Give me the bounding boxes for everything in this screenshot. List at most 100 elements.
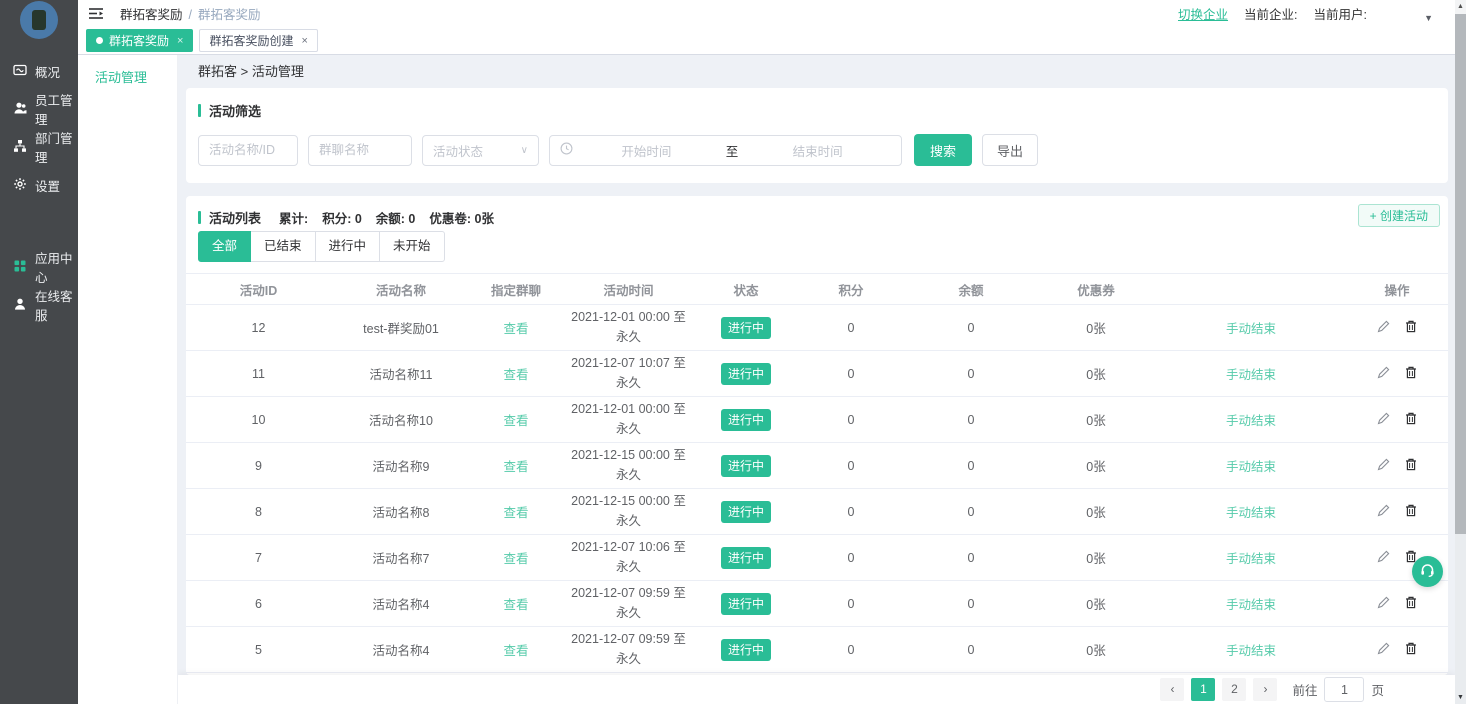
filter-tab-ended[interactable]: 已结束 [250,231,316,262]
view-group-link[interactable]: 查看 [471,410,561,429]
tab-label: 群拓客奖励创建 [209,32,293,49]
scroll-up-icon[interactable]: ▲ [1455,0,1466,14]
manual-end-link[interactable]: 手动结束 [1156,594,1346,613]
cell-coupons: 0张 [1036,456,1156,475]
group-name-input[interactable] [308,135,412,166]
scrollbar-thumb[interactable] [1455,14,1466,534]
cell-actions [1346,504,1448,520]
status-badge: 进行中 [721,547,771,569]
col-coupons: 优惠券 [1036,280,1156,299]
sidebar-item-online-service[interactable]: 在线客服 [0,286,78,324]
view-group-link[interactable]: 查看 [471,456,561,475]
search-button[interactable]: 搜索 [914,134,972,166]
view-group-link[interactable]: 查看 [471,502,561,521]
filter-card: 活动筛选 活动状态 ∨ 开始时间 至 结束时间 搜索 导出 [186,88,1448,183]
delete-icon[interactable] [1405,320,1417,336]
sidebar-item-overview[interactable]: 概况 [0,52,78,90]
section-title-bar [198,104,201,117]
breadcrumb-item[interactable]: 群拓客奖励 [120,8,183,22]
cell-points: 0 [796,367,906,381]
delete-icon[interactable] [1405,458,1417,474]
filter-tab-all[interactable]: 全部 [198,231,251,262]
page-breadcrumb: 群拓客 > 活动管理 [178,55,1455,88]
edit-icon[interactable] [1377,412,1390,428]
close-icon[interactable]: × [177,35,183,47]
manual-end-link[interactable]: 手动结束 [1156,364,1346,383]
edit-icon[interactable] [1377,642,1390,658]
next-page-button[interactable]: › [1253,678,1277,701]
list-title-label: 活动列表 [209,208,261,227]
secondary-sidebar: 活动管理 [78,55,178,704]
view-group-link[interactable]: 查看 [471,548,561,567]
filter-tab-ongoing[interactable]: 进行中 [315,231,381,262]
manual-end-link[interactable]: 手动结束 [1156,502,1346,521]
manual-end-link[interactable]: 手动结束 [1156,548,1346,567]
view-group-link[interactable]: 查看 [471,318,561,337]
cell-activity-id: 10 [186,413,331,427]
cell-points: 0 [796,321,906,335]
cell-status: 进行中 [696,547,796,569]
delete-icon[interactable] [1405,596,1417,612]
view-group-link[interactable]: 查看 [471,640,561,659]
filter-tab-not-started[interactable]: 未开始 [379,231,445,262]
sidebar-spacer [0,204,78,248]
edit-icon[interactable] [1377,320,1390,336]
sidebar-item-activity-management[interactable]: 活动管理 [78,55,177,86]
sidebar-item-settings[interactable]: 设置 [0,166,78,204]
page-button-2[interactable]: 2 [1222,678,1246,701]
edit-icon[interactable] [1377,504,1390,520]
prev-page-button[interactable]: ‹ [1160,678,1184,701]
activity-table: 活动ID 活动名称 指定群聊 活动时间 状态 积分 余额 优惠券 操作 12 t… [186,273,1448,673]
table-row: 8 活动名称8 查看 2021-12-15 00:00 至永久 进行中 0 0 … [186,489,1448,535]
person-icon [13,297,27,314]
page-button-1[interactable]: 1 [1191,678,1215,701]
activity-name-input[interactable] [198,135,298,166]
delete-icon[interactable] [1405,412,1417,428]
edit-icon[interactable] [1377,366,1390,382]
customer-service-fab[interactable] [1412,556,1443,587]
delete-icon[interactable] [1405,642,1417,658]
sidebar-item-staff[interactable]: 员工管理 [0,90,78,128]
sidebar-item-department[interactable]: 部门管理 [0,128,78,166]
sidebar-item-label: 应用中心 [35,248,78,286]
current-user-label: 当前用户: [1314,4,1367,23]
app-window: 概况 员工管理 部门管理 设置 应用中心 在线客服 [0,0,1466,704]
tab-group-reward-create[interactable]: 群拓客奖励创建 × [199,29,317,52]
sidebar-item-app-center[interactable]: 应用中心 [0,248,78,286]
view-group-link[interactable]: 查看 [471,594,561,613]
export-button[interactable]: 导出 [982,134,1038,166]
summary-stats: 累计: 积分: 0 余额: 0 优惠卷: 0张 [279,208,494,227]
create-activity-button[interactable]: + 创建活动 [1358,204,1440,227]
manual-end-link[interactable]: 手动结束 [1156,318,1346,337]
date-range-picker[interactable]: 开始时间 至 结束时间 [549,135,902,166]
edit-icon[interactable] [1377,550,1390,566]
manual-end-link[interactable]: 手动结束 [1156,640,1346,659]
time-start: 2021-12-15 00:00 至 [571,448,686,462]
table-row: 9 活动名称9 查看 2021-12-15 00:00 至永久 进行中 0 0 … [186,443,1448,489]
time-start: 2021-12-01 00:00 至 [571,402,686,416]
edit-icon[interactable] [1377,458,1390,474]
select-placeholder: 活动状态 [433,141,483,160]
close-icon[interactable]: × [301,35,307,47]
menu-fold-icon[interactable] [89,7,104,20]
status-badge: 进行中 [721,455,771,477]
activity-status-select[interactable]: 活动状态 ∨ [422,135,539,166]
switch-company-link[interactable]: 切换企业 [1178,4,1228,23]
cell-balance: 0 [906,321,1036,335]
goto-page-input[interactable] [1324,677,1364,702]
col-group-chat: 指定群聊 [471,280,561,299]
cell-status: 进行中 [696,501,796,523]
vertical-scrollbar[interactable]: ▲ ▼ [1455,0,1466,704]
active-dot-icon [96,37,103,44]
delete-icon[interactable] [1405,366,1417,382]
caret-down-icon[interactable]: ▼ [1424,13,1433,23]
view-group-link[interactable]: 查看 [471,364,561,383]
manual-end-link[interactable]: 手动结束 [1156,456,1346,475]
delete-icon[interactable] [1405,504,1417,520]
avatar[interactable] [20,1,58,39]
topbar: 群拓客奖励/群拓客奖励 切换企业 当前企业: 当前用户: ▼ [78,0,1455,27]
manual-end-link[interactable]: 手动结束 [1156,410,1346,429]
edit-icon[interactable] [1377,596,1390,612]
tab-group-reward[interactable]: 群拓客奖励 × [86,29,193,52]
scroll-down-icon[interactable]: ▼ [1455,692,1466,704]
